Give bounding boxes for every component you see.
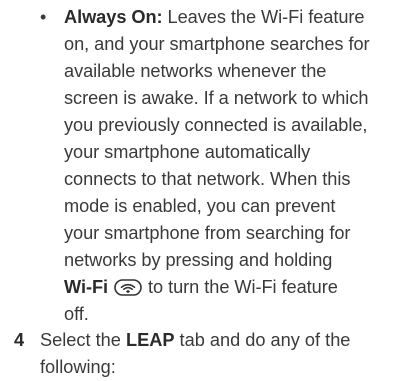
bullet-line-2: on, and your smartphone searches for bbox=[64, 34, 370, 54]
step-text-after: tab and do any of the bbox=[174, 330, 351, 350]
step-4: 4 Select the LEAP tab and do any of the … bbox=[0, 327, 413, 381]
manual-page: • Always On: Leaves the Wi-Fi feature on… bbox=[0, 0, 413, 377]
bullet-marker: • bbox=[40, 7, 47, 27]
bullet-line-11-rest: to turn the Wi-Fi feature bbox=[148, 277, 338, 297]
term-always-on: Always On: bbox=[64, 7, 163, 27]
bullet-line-1-rest: Leaves the Wi-Fi feature bbox=[162, 7, 365, 27]
bullet-line-4: screen is awake. If a network to which bbox=[64, 88, 369, 108]
step-text-before: Select the bbox=[40, 330, 126, 350]
bullet-text: Always On: Leaves the Wi-Fi feature on, … bbox=[64, 4, 410, 328]
bullet-line-5: you previously connected is available, bbox=[64, 115, 368, 135]
bullet-line-10: networks by pressing and holding bbox=[64, 250, 333, 270]
bullet-line-7: connects to that network. When this bbox=[64, 169, 351, 189]
step-text: Select the LEAP tab and do any of the fo… bbox=[40, 327, 413, 381]
bullet-line-12: off. bbox=[64, 304, 89, 324]
step-number: 4 bbox=[14, 330, 25, 350]
bullet-line-11: Wi-Fi to turn the Wi-Fi feature bbox=[64, 274, 410, 301]
step-line-1: Select the LEAP tab and do any of the bbox=[40, 327, 413, 354]
tab-name-leap: LEAP bbox=[125, 330, 175, 350]
bullet-line-6: your smartphone automatically bbox=[64, 142, 311, 162]
bullet-line-9: your smartphone from searching for bbox=[64, 223, 351, 243]
wifi-icon bbox=[114, 279, 142, 296]
bullet-line-1: Always On: Leaves the Wi-Fi feature bbox=[64, 4, 410, 31]
wifi-label: Wi-Fi bbox=[64, 277, 109, 297]
bullet-line-3: available networks whenever the bbox=[64, 61, 327, 81]
bullet-line-8: mode is enabled, you can prevent bbox=[64, 196, 336, 216]
bullet-item-always-on: • Always On: Leaves the Wi-Fi feature on… bbox=[40, 4, 410, 328]
